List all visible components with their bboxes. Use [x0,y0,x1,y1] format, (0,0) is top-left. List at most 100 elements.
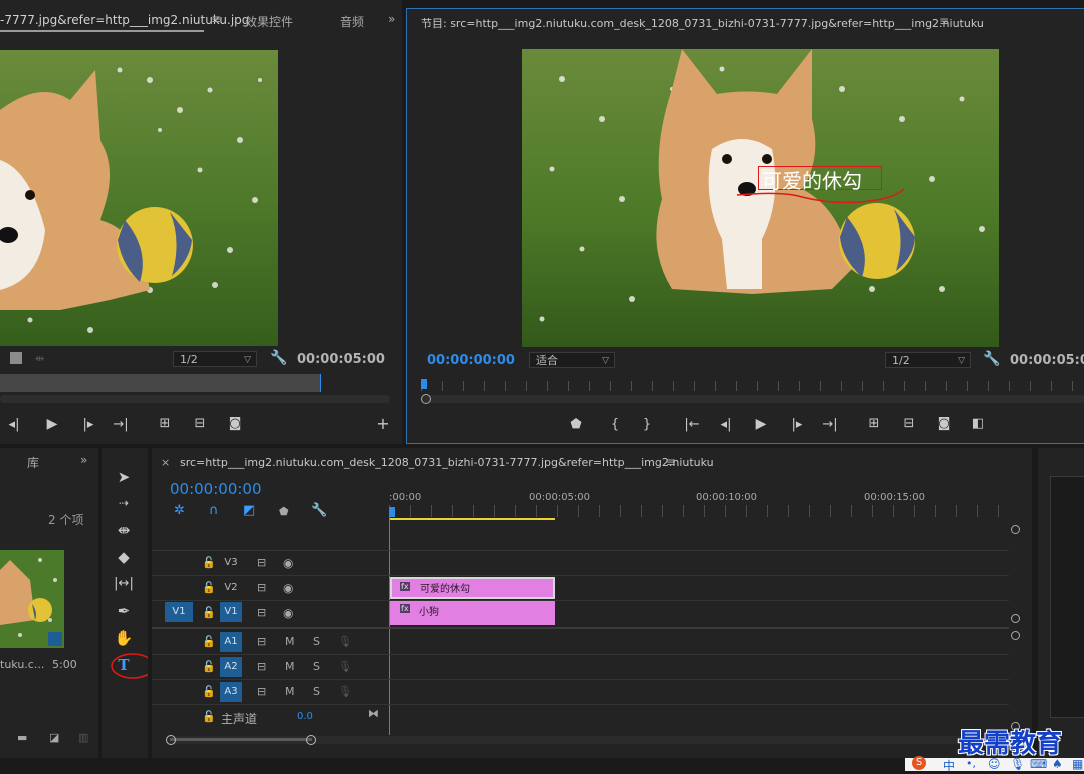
timeline-settings-wrench-icon[interactable]: 🔧 [311,504,327,518]
program-step-back-icon[interactable]: ◂| [717,418,735,432]
source-patch-v1[interactable]: V1 [165,602,193,622]
eye-icon[interactable]: ◉ [283,581,293,595]
tab-audio[interactable]: 音频 [340,13,364,30]
eye-icon[interactable]: ◉ [283,556,293,570]
track-label-a1[interactable]: A1 [220,632,242,652]
project-more-tabs-icon[interactable]: » [80,453,87,467]
program-menu-icon[interactable]: ≡ [939,14,949,28]
program-go-to-out-icon[interactable]: →| [821,418,839,432]
sync-lock-icon[interactable]: ⊟ [257,556,266,570]
clip-title[interactable]: fx 可爱的休勾 [390,577,555,599]
program-camera-icon[interactable]: ◙ [935,417,953,431]
ime-sogou-icon[interactable]: S [912,756,926,770]
step-forward-icon[interactable]: |▸ [79,418,97,432]
track-label-v2[interactable]: V2 [220,578,242,598]
lock-icon[interactable]: 🔓 [202,660,216,674]
timeline-ruler[interactable] [389,505,1009,517]
timeline-hscroll-thumb[interactable] [170,738,312,741]
ime-punctuation-icon[interactable]: •, [966,757,976,770]
nest-toggle-icon[interactable]: ✲ [174,504,185,518]
solo-button[interactable]: S [313,635,320,649]
camera-icon[interactable]: ◙ [226,417,244,431]
track-label-v1[interactable]: V1 [220,602,242,622]
lock-icon[interactable]: 🔓 [202,606,216,620]
program-current-timecode[interactable]: 00:00:00:00 [427,353,515,368]
work-area-bar[interactable] [389,518,555,520]
trash-icon[interactable]: ▥ [78,731,88,745]
step-back-icon[interactable]: ◂| [5,418,23,432]
program-step-forward-icon[interactable]: |▸ [788,418,806,432]
tab-menu-icon[interactable]: ≡ [211,12,221,26]
lock-icon[interactable]: 🔓 [202,635,216,649]
lock-icon[interactable]: 🔓 [202,685,216,699]
lock-icon[interactable]: 🔓 [202,581,216,595]
program-play-icon[interactable]: ▶ [752,417,770,431]
extract-icon[interactable]: ⊟ [900,417,918,431]
comparison-view-icon[interactable]: ◧ [969,417,987,431]
timeline-hscroll-right-handle[interactable] [306,735,316,745]
program-zoom-scrollbar[interactable] [421,395,1084,403]
sync-lock-icon[interactable]: ⊟ [257,635,266,649]
timeline-current-timecode[interactable]: 00:00:00:00 [170,480,262,498]
program-scroll-handle[interactable] [421,394,431,404]
new-bin-icon[interactable]: ▬ [17,731,27,745]
track-label-v3[interactable]: V3 [220,553,242,573]
project-item-thumbnail[interactable] [0,550,64,648]
program-playhead-marker[interactable] [421,379,427,389]
overwrite-icon[interactable]: ⊟ [191,417,209,431]
mark-in-icon[interactable]: { [606,418,624,432]
track-label-a2[interactable]: A2 [220,657,242,677]
ime-language-indicator[interactable]: 中 [943,757,955,774]
mute-button[interactable]: M [285,660,295,674]
solo-button[interactable]: S [313,685,320,699]
timeline-close-icon[interactable]: × [161,456,170,469]
snap-magnet-icon[interactable]: ∩ [209,504,219,518]
ime-mic-icon[interactable]: 🎙 [1010,757,1025,771]
mark-out-icon[interactable]: } [638,418,656,432]
linked-selection-icon[interactable]: ◩ [243,504,255,518]
program-zoom-select[interactable]: 1/2 ▽ [885,352,971,368]
voiceover-mic-icon[interactable]: 🎙 [338,685,352,699]
source-timeruler[interactable] [0,374,320,392]
source-export-icon[interactable] [10,352,22,364]
program-settings-wrench-icon[interactable]: 🔧 [983,352,1000,366]
source-zoom-scrollbar[interactable] [0,395,390,403]
master-end-icon[interactable]: ⧓ [368,707,379,721]
audio-vscroll-top-handle[interactable] [1011,631,1020,640]
sync-lock-icon[interactable]: ⊟ [257,660,266,674]
tab-effect-controls[interactable]: 效果控件 [245,13,293,30]
sync-lock-icon[interactable]: ⊟ [257,685,266,699]
timeline-menu-icon[interactable]: ≡ [666,455,676,469]
source-zoom-select[interactable]: 1/2 ▽ [173,351,257,367]
clip-puppy[interactable]: fx 小狗 [390,601,555,625]
eye-icon[interactable]: ◉ [283,606,293,620]
go-to-out-icon[interactable]: →| [112,418,130,432]
razor-tool-icon[interactable]: ◆ [113,546,135,568]
add-marker-timeline-icon[interactable]: ⬟ [279,505,289,519]
voiceover-mic-icon[interactable]: 🎙 [338,635,352,649]
source-insert-icon[interactable]: ⇹ [35,352,44,366]
ime-menu-icon[interactable]: ▦ [1072,757,1083,771]
timeline-playhead-handle[interactable] [389,507,395,517]
pen-tool-icon[interactable]: ✒ [113,600,135,622]
new-item-icon[interactable]: ◪ [49,731,59,745]
voiceover-mic-icon[interactable]: 🎙 [338,660,352,674]
source-settings-wrench-icon[interactable]: 🔧 [270,351,287,365]
selection-tool-icon[interactable]: ➤ [113,466,135,488]
mute-button[interactable]: M [285,685,295,699]
tab-library[interactable]: 库 [27,454,39,471]
add-button-icon[interactable]: + [374,416,392,432]
add-marker-icon[interactable]: ⬟ [567,418,585,432]
go-to-in-icon[interactable]: |← [683,418,701,432]
ripple-edit-tool-icon[interactable]: ⇼ [113,519,135,541]
video-vscroll-bottom-handle[interactable] [1011,614,1020,623]
lock-icon[interactable]: 🔓 [202,556,216,570]
program-timeruler[interactable] [421,381,1084,391]
lift-icon[interactable]: ⊞ [865,417,883,431]
sync-lock-icon[interactable]: ⊟ [257,581,266,595]
ime-keyboard-icon[interactable]: ⌨ [1030,757,1047,771]
solo-button[interactable]: S [313,660,320,674]
insert-icon[interactable]: ⊞ [156,417,174,431]
track-select-tool-icon[interactable]: ⇢ [113,492,135,514]
mute-button[interactable]: M [285,635,295,649]
